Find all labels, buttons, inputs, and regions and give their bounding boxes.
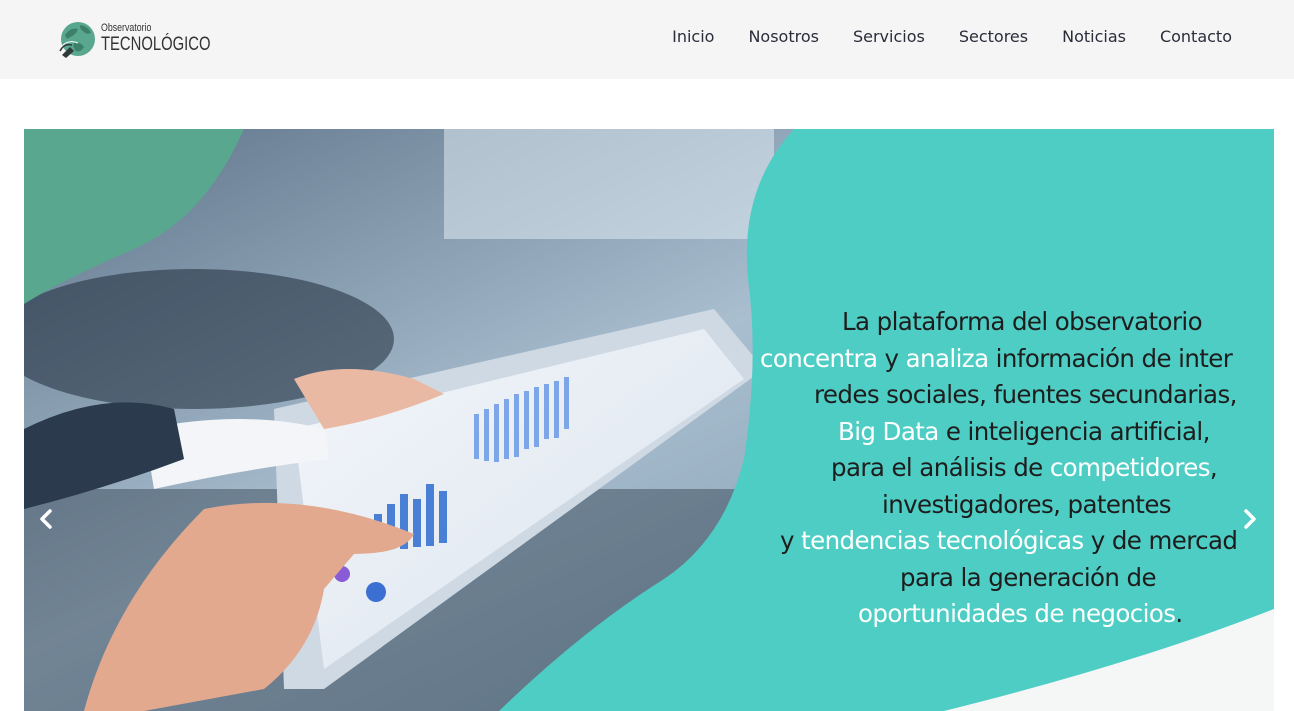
hero-caption-text: y de mercad xyxy=(1083,526,1238,555)
main-nav: Inicio Nosotros Servicios Sectores Notic… xyxy=(672,27,1232,46)
hero-caption-line: oportunidades de negocios. xyxy=(760,596,1274,633)
hero-caption-text: redes sociales, fuentes secundarias, xyxy=(814,380,1237,409)
nav-item-noticias[interactable]: Noticias xyxy=(1062,27,1126,46)
hero-caption-line: investigadores, patentes xyxy=(760,487,1274,524)
hero-caption-highlight: analiza xyxy=(905,343,989,373)
hero-caption: La plataforma del observatorio concentra … xyxy=(760,304,1274,633)
hero-caption-line: redes sociales, fuentes secundarias, xyxy=(760,377,1274,414)
nav-item-servicios[interactable]: Servicios xyxy=(853,27,925,46)
hero-caption-line: para la generación de xyxy=(760,560,1274,597)
hero-caption-text: La plataforma del observatorio xyxy=(842,307,1203,336)
hero-caption-line: para el análisis de competidores, xyxy=(760,450,1274,487)
nav-item-nosotros[interactable]: Nosotros xyxy=(748,27,819,46)
hero-caption-text: y xyxy=(877,343,906,373)
hero-caption-text: para el análisis de xyxy=(831,453,1050,482)
nav-item-sectores[interactable]: Sectores xyxy=(959,27,1028,46)
site-header: Observatorio TECNOLÓGICO Inicio Nosotros… xyxy=(0,0,1294,79)
hero-caption-line: La plataforma del observatorio xyxy=(760,304,1274,341)
site-logo[interactable]: Observatorio TECNOLÓGICO xyxy=(58,16,241,60)
hero-caption-text: , xyxy=(1209,453,1218,482)
nav-item-inicio[interactable]: Inicio xyxy=(672,27,714,46)
hero-caption-text: investigadores, patentes xyxy=(882,489,1172,519)
nav-item-contacto[interactable]: Contacto xyxy=(1160,27,1232,46)
hero-caption-line: y tendencias tecnológicas y de mercad xyxy=(760,523,1274,560)
hero-caption-line: Big Data e inteligencia artificial, xyxy=(760,414,1274,451)
hero-caption-highlight: concentra xyxy=(760,343,878,373)
hero-caption-text: para la generación de xyxy=(900,562,1157,592)
hero-caption-highlight: Big Data xyxy=(838,416,939,446)
chevron-left-icon xyxy=(40,509,52,529)
hero-slider: La plataforma del observatorio concentra … xyxy=(24,129,1274,711)
slider-prev-button[interactable] xyxy=(34,505,58,533)
hero-caption-text: . xyxy=(1175,599,1183,628)
slider-next-button[interactable] xyxy=(1238,505,1262,533)
chevron-right-icon xyxy=(1244,509,1256,529)
hero-caption-text: información de inter xyxy=(988,343,1233,373)
globe-logo-icon xyxy=(59,22,95,58)
hero-caption-highlight: oportunidades de negocios xyxy=(858,599,1176,628)
hero-caption-line: concentra y analiza información de inter xyxy=(760,341,1274,378)
hero-caption-highlight: tendencias tecnológicas xyxy=(801,526,1084,555)
hero-caption-text: y xyxy=(780,526,802,555)
hero-caption-highlight: competidores xyxy=(1049,453,1211,482)
hero-caption-text: e inteligencia artificial, xyxy=(938,416,1211,446)
logo-line-2: TECNOLÓGICO xyxy=(101,33,211,55)
logo-line-1: Observatorio xyxy=(101,21,152,34)
